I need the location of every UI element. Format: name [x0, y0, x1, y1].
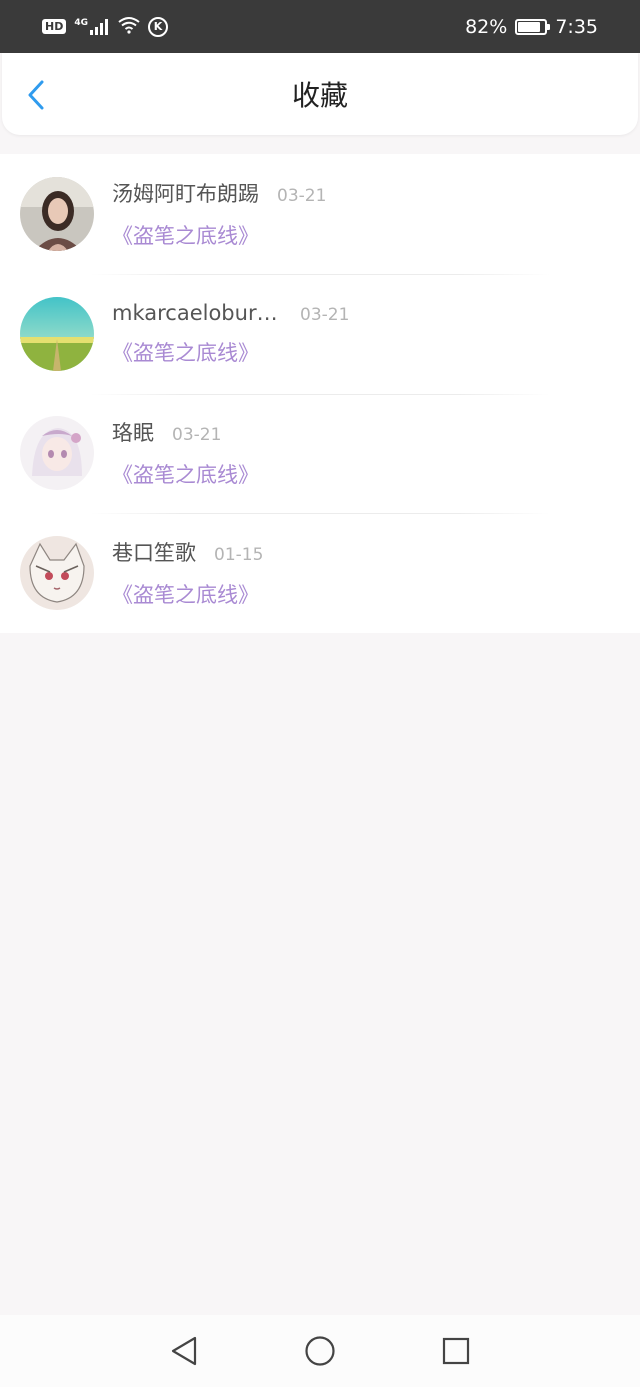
item-top: 汤姆阿盯布朗踢 03-21	[112, 178, 326, 208]
header: 收藏	[2, 53, 638, 135]
battery-fill	[518, 21, 540, 32]
favorites-list: 汤姆阿盯布朗踢 03-21 《盗笔之底线》 mkarcaeloburl... 0…	[0, 154, 640, 633]
nav-home-button[interactable]	[300, 1331, 340, 1371]
network-label: 4G	[74, 17, 88, 28]
battery-percent: 82%	[465, 15, 508, 38]
date: 03-21	[172, 425, 222, 446]
system-nav-bar	[0, 1315, 640, 1387]
item-top: mkarcaeloburl... 03-21	[112, 301, 349, 325]
book-title[interactable]: 《盗笔之底线》	[112, 337, 349, 367]
hd-badge: HD	[42, 19, 67, 34]
status-left: HD 4G K	[42, 16, 168, 38]
avatar[interactable]	[20, 176, 94, 251]
date: 03-21	[300, 304, 350, 325]
list-item[interactable]: 珞眠 03-21 《盗笔之底线》	[0, 393, 640, 514]
anime-character-avatar-icon	[20, 536, 94, 611]
status-bar: HD 4G K 82% 7:35	[0, 0, 640, 53]
item-top: 珞眠 03-21	[112, 417, 259, 447]
item-text: mkarcaeloburl... 03-21 《盗笔之底线》	[112, 301, 349, 367]
square-recents-icon	[442, 1337, 470, 1365]
item-top: 巷口笙歌 01-15	[112, 537, 263, 567]
page-title: 收藏	[291, 79, 348, 112]
avatar[interactable]	[20, 536, 94, 611]
circle-home-icon	[305, 1336, 335, 1366]
portrait-girl-avatar-icon	[20, 176, 94, 251]
list-item[interactable]: 汤姆阿盯布朗踢 03-21 《盗笔之底线》	[0, 154, 640, 274]
date: 01-15	[214, 545, 264, 566]
back-button[interactable]	[20, 79, 52, 111]
username[interactable]: 巷口笙歌	[112, 537, 196, 567]
date: 03-21	[277, 185, 327, 206]
chevron-left-icon	[28, 80, 44, 110]
status-right: 82% 7:35	[465, 16, 598, 38]
book-title[interactable]: 《盗笔之底线》	[112, 579, 263, 609]
list-item[interactable]: mkarcaeloburl... 03-21 《盗笔之底线》	[0, 273, 640, 394]
book-title[interactable]: 《盗笔之底线》	[112, 220, 326, 250]
landscape-field-avatar-icon	[20, 296, 94, 371]
username[interactable]: 汤姆阿盯布朗踢	[112, 178, 259, 208]
anime-girl-avatar-icon	[20, 416, 94, 491]
avatar[interactable]	[20, 296, 94, 371]
nav-back-button[interactable]	[164, 1331, 204, 1371]
item-text: 汤姆阿盯布朗踢 03-21 《盗笔之底线》	[112, 178, 326, 250]
username[interactable]: 珞眠	[112, 417, 154, 447]
wifi-icon	[118, 16, 140, 38]
avatar[interactable]	[20, 416, 94, 491]
k-icon-label: K	[153, 20, 163, 33]
item-text: 珞眠 03-21 《盗笔之底线》	[112, 417, 259, 489]
k-app-icon: K	[148, 16, 168, 37]
nav-recents-button[interactable]	[436, 1331, 476, 1371]
triangle-back-icon	[171, 1336, 197, 1366]
battery-icon	[515, 18, 551, 35]
book-title[interactable]: 《盗笔之底线》	[112, 459, 259, 489]
username[interactable]: mkarcaeloburl...	[112, 301, 282, 325]
signal-icon: 4G	[74, 17, 110, 35]
list-item[interactable]: 巷口笙歌 01-15 《盗笔之底线》	[0, 513, 640, 633]
item-text: 巷口笙歌 01-15 《盗笔之底线》	[112, 537, 263, 609]
clock: 7:35	[555, 15, 598, 38]
